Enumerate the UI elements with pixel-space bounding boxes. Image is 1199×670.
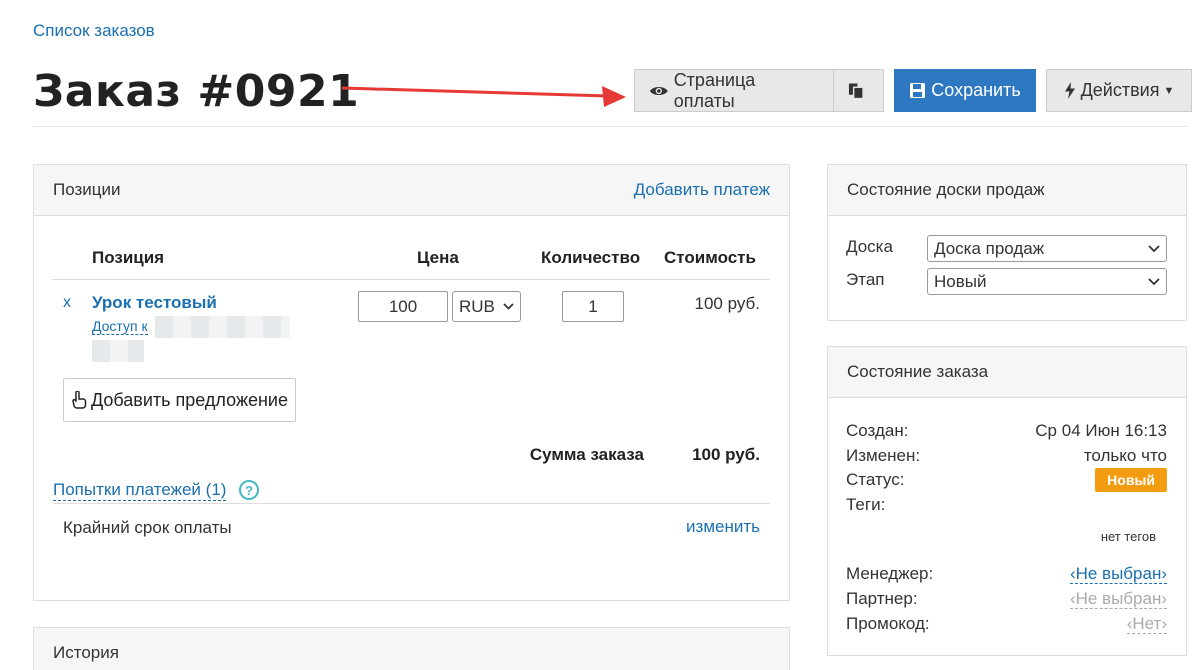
positions-panel-header: Позиции Добавить платеж xyxy=(34,165,789,216)
manager-label: Менеджер: xyxy=(846,564,934,583)
copy-icon xyxy=(848,82,864,99)
chevron-down-icon xyxy=(503,303,514,310)
positions-title: Позиции xyxy=(53,180,121,199)
eye-icon xyxy=(649,86,668,95)
tags-value: нет тегов xyxy=(1100,529,1156,544)
currency-select[interactable]: RUB xyxy=(452,291,521,322)
currency-value: RUB xyxy=(459,296,495,316)
partner-select-link[interactable]: ‹Не выбран› xyxy=(1069,589,1167,609)
red-arrow-annotation xyxy=(341,86,626,107)
breadcrumb-orders-list[interactable]: Список заказов xyxy=(33,21,155,41)
chevron-down-icon xyxy=(1148,244,1160,252)
actions-dropdown-button[interactable]: Действия ▼ xyxy=(1046,69,1192,112)
page-title: Заказ #0921 xyxy=(33,66,360,117)
manager-select-link[interactable]: ‹Не выбран› xyxy=(1069,564,1167,584)
board-label: Доска xyxy=(846,237,893,256)
status-label: Статус: xyxy=(846,470,905,489)
status-badge: Новый xyxy=(1095,468,1167,492)
changed-label: Изменен: xyxy=(846,446,921,465)
add-offer-button[interactable]: Добавить предложение xyxy=(63,378,296,422)
created-value: Ср 04 Июн 16:13 xyxy=(1035,421,1167,440)
actions-label: Действия xyxy=(1080,80,1160,100)
column-header-price: Цена xyxy=(417,248,459,267)
stage-label: Этап xyxy=(846,270,885,289)
column-header-quantity: Количество xyxy=(541,248,641,267)
quantity-input[interactable]: 1 xyxy=(562,291,624,322)
payment-page-button[interactable]: Страница оплаты xyxy=(634,69,833,112)
add-payment-link[interactable]: Добавить платеж xyxy=(634,180,770,200)
sales-board-panel-header: Состояние доски продаж xyxy=(828,165,1186,216)
deadline-divider xyxy=(53,503,770,504)
save-button[interactable]: Сохранить xyxy=(894,69,1036,112)
title-divider xyxy=(33,126,1187,127)
stage-select[interactable]: Новый xyxy=(927,268,1167,295)
history-title: История xyxy=(53,643,119,662)
manager-value-wrap: ‹Не выбран› xyxy=(967,564,1167,584)
board-select[interactable]: Доска продаж xyxy=(927,235,1167,262)
order-sum-value: 100 руб. xyxy=(692,445,760,464)
tags-label: Теги: xyxy=(846,495,886,514)
copy-button[interactable] xyxy=(833,69,884,112)
item-access-link[interactable]: Доступ к xyxy=(92,318,148,335)
history-panel-header: История xyxy=(34,628,789,670)
remove-item-button[interactable]: x xyxy=(63,294,71,312)
caret-down-icon: ▼ xyxy=(1163,84,1175,97)
item-name-link[interactable]: Урок тестовый xyxy=(92,293,217,313)
payment-page-label: Страница оплаты xyxy=(673,69,756,111)
board-select-value: Доска продаж xyxy=(934,238,1045,258)
status-badge-wrap: Новый xyxy=(1093,468,1167,492)
column-header-cost: Стоимость xyxy=(664,248,756,267)
add-offer-label: Добавить предложение xyxy=(91,389,288,410)
sales-board-title: Состояние доски продаж xyxy=(847,180,1045,199)
table-header-divider xyxy=(52,279,770,280)
change-deadline-link[interactable]: изменить xyxy=(660,517,760,537)
payment-attempts-link[interactable]: Попытки платежей (1) xyxy=(53,480,227,501)
created-label: Создан: xyxy=(846,421,909,440)
blurred-text xyxy=(92,340,144,362)
order-toolbar: Страница оплаты Сохранить Действия ▼ xyxy=(634,69,1192,112)
changed-value: только что xyxy=(1083,446,1167,465)
save-label: Сохранить xyxy=(931,80,1021,100)
stage-select-value: Новый xyxy=(934,271,987,291)
promo-value-wrap: ‹Нет› xyxy=(967,614,1167,634)
lightning-icon xyxy=(1064,82,1075,99)
partner-label: Партнер: xyxy=(846,589,918,608)
history-panel: История xyxy=(33,627,790,670)
help-icon[interactable]: ? xyxy=(239,480,259,500)
promo-select-link[interactable]: ‹Нет› xyxy=(1126,614,1167,634)
price-input[interactable]: 100 xyxy=(358,291,448,322)
floppy-disk-icon xyxy=(910,83,926,98)
payment-deadline-label: Крайний срок оплаты xyxy=(63,518,232,537)
item-cost: 100 руб. xyxy=(694,294,760,313)
partner-value-wrap: ‹Не выбран› xyxy=(967,589,1167,609)
blurred-text xyxy=(155,316,290,338)
order-sum-label: Сумма заказа xyxy=(529,445,644,464)
pointing-hand-icon xyxy=(72,391,87,409)
chevron-down-icon xyxy=(1148,277,1160,285)
order-state-panel-header: Состояние заказа xyxy=(828,347,1186,398)
order-state-title: Состояние заказа xyxy=(847,362,989,381)
promo-label: Промокод: xyxy=(846,614,930,633)
column-header-item: Позиция xyxy=(92,248,165,267)
